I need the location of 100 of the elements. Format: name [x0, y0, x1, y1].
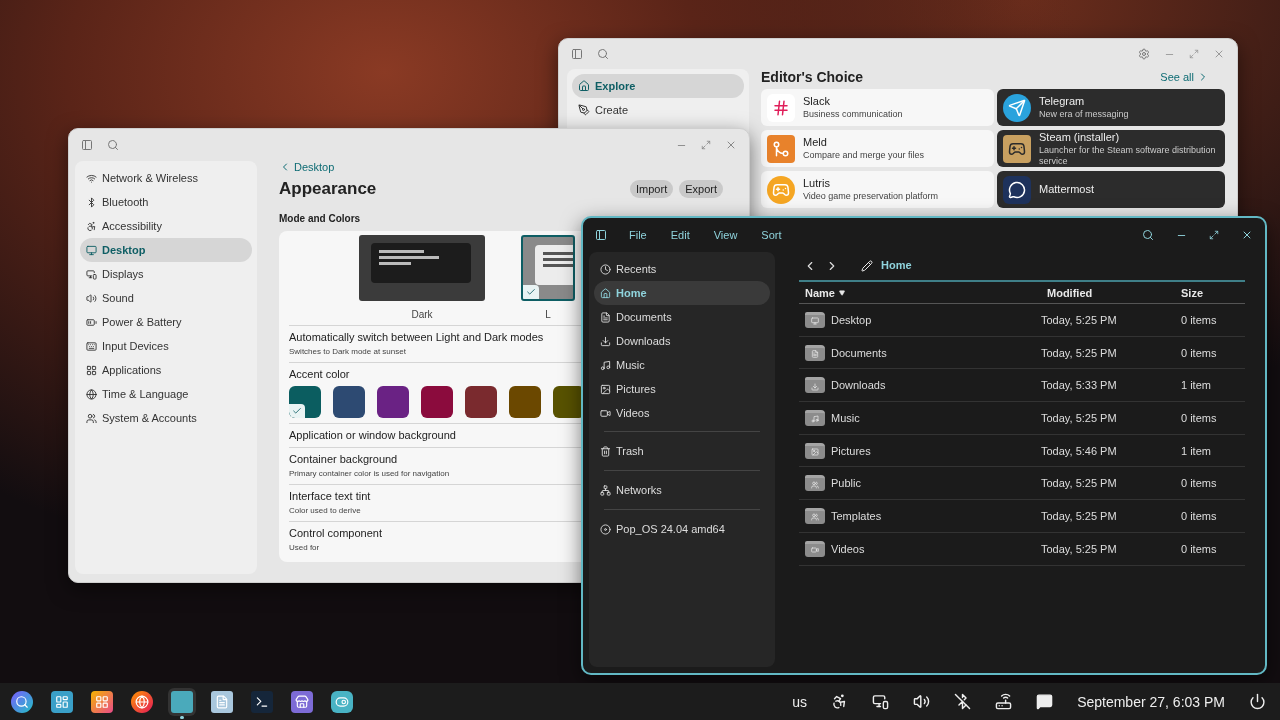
file-row[interactable]: Desktop Today, 5:25 PM 0 items — [799, 304, 1245, 337]
sidebar-item[interactable]: Time & Language — [80, 382, 252, 406]
app-card[interactable]: Mattermost — [997, 171, 1225, 208]
branch-icon — [772, 139, 790, 158]
chat-icon — [1008, 180, 1026, 199]
see-all-link[interactable]: See all — [1160, 71, 1209, 83]
search-icon — [11, 690, 33, 713]
color-swatch[interactable] — [377, 385, 409, 418]
setting-description: Switches to Dark mode at sunset — [289, 347, 406, 357]
sidebar-item[interactable]: Network & Wireless — [80, 166, 252, 190]
sidebar-toggle[interactable] — [81, 139, 93, 151]
file-name: Documents — [831, 346, 887, 359]
sidebar-item[interactable]: Music — [594, 353, 770, 377]
sidebar-item[interactable]: Documents — [594, 305, 770, 329]
sidebar-icon — [571, 48, 583, 60]
file-row[interactable]: Public Today, 5:25 PM 0 items — [799, 467, 1245, 501]
back-link[interactable]: Desktop — [279, 161, 335, 173]
sidebar-item[interactable]: Downloads — [594, 329, 770, 353]
color-swatch[interactable] — [333, 385, 365, 418]
close-button[interactable] — [1241, 229, 1253, 241]
sidebar-icon — [595, 229, 607, 241]
app-card[interactable]: Meld Compare and merge your files — [761, 130, 994, 167]
color-swatch[interactable] — [465, 385, 497, 418]
sidebar-item[interactable]: Pictures — [594, 377, 770, 401]
app-name: Slack — [803, 95, 830, 109]
sidebar-item[interactable]: Accessibility — [80, 214, 252, 238]
setting-title: Container background — [289, 453, 398, 467]
column-header[interactable]: Modified — [1041, 286, 1093, 299]
app-card[interactable]: Telegram New era of messaging — [997, 89, 1225, 126]
maximize-button[interactable] — [1209, 230, 1219, 240]
item-count: 0 items — [1181, 313, 1217, 326]
music-icon — [600, 359, 611, 371]
theme-preview[interactable] — [521, 235, 575, 301]
column-header[interactable]: Size — [1181, 286, 1203, 299]
file-row[interactable]: Pictures Today, 5:46 PM 1 item — [799, 434, 1245, 468]
sidebar-item[interactable]: Create — [572, 98, 744, 122]
sidebar-item[interactable]: Trash — [594, 438, 770, 464]
file-row[interactable]: Videos Today, 5:25 PM 0 items — [799, 532, 1245, 566]
grid-icon — [86, 364, 97, 376]
sidebar-item[interactable]: System & Accounts — [80, 406, 252, 430]
menu-item[interactable]: File — [629, 229, 647, 241]
file-row[interactable]: Templates Today, 5:25 PM 0 items — [799, 500, 1245, 533]
sidebar-toggle[interactable] — [595, 229, 607, 241]
sidebar-item[interactable]: Networks — [594, 477, 770, 503]
app-card[interactable]: Slack Business communication — [761, 89, 994, 126]
sidebar-item[interactable]: Displays — [80, 262, 252, 286]
keyboard-layout[interactable]: us — [786, 693, 814, 710]
toolbar-button[interactable]: Import — [630, 180, 674, 198]
color-swatch[interactable] — [421, 385, 453, 418]
color-swatch[interactable] — [509, 385, 541, 418]
toolbar-button[interactable]: Export — [679, 180, 723, 198]
app-card[interactable]: Steam (installer) Launcher for the Steam software distribution service — [997, 130, 1225, 167]
modified-date: Today, 5:25 PM — [1041, 542, 1117, 555]
sidebar-item[interactable]: Applications — [80, 358, 252, 382]
sidebar-item[interactable]: Sound — [80, 286, 252, 310]
app-name: Steam (installer) — [1039, 130, 1120, 144]
sidebar-item[interactable]: Home — [594, 281, 770, 305]
sidebar-item[interactable]: Recents — [594, 257, 770, 281]
app-card[interactable]: Lutris Video game preservation platform — [761, 171, 994, 208]
settings-button[interactable] — [1138, 48, 1150, 60]
pencil-icon — [861, 260, 873, 272]
sidebar-item[interactable]: Pop_OS 24.04 amd64 — [594, 516, 770, 542]
home-icon — [578, 80, 590, 92]
color-swatch[interactable] — [289, 385, 321, 418]
edit-button[interactable] — [861, 260, 873, 272]
modified-date: Today, 5:25 PM — [1041, 477, 1117, 490]
sidebar-toggle[interactable] — [571, 48, 583, 60]
sidebar-item[interactable]: Videos — [594, 401, 770, 425]
setting-title: Interface text tint — [289, 489, 371, 504]
settings-icon — [1138, 48, 1150, 60]
breadcrumb-item[interactable]: Home — [881, 259, 912, 273]
menu-item[interactable]: View — [713, 229, 738, 241]
sidebar-item[interactable]: Desktop — [80, 238, 252, 262]
paper-plane-icon — [1008, 98, 1026, 117]
setting-title: Control component — [289, 526, 382, 540]
file-row[interactable]: Music Today, 5:25 PM 0 items — [799, 402, 1245, 435]
theme-label: L — [545, 309, 551, 321]
sidebar-item[interactable]: Bluetooth — [80, 190, 252, 214]
theme-preview[interactable] — [359, 235, 485, 301]
search-icon — [107, 139, 119, 151]
app-description: Launcher for the Steam software distribution service — [1039, 144, 1217, 167]
column-header[interactable]: Name — [805, 286, 845, 299]
file-row[interactable]: Documents Today, 5:25 PM 0 items — [799, 336, 1245, 370]
app-description: New era of messaging — [1039, 109, 1129, 120]
sidebar-item[interactable]: Input Devices — [80, 334, 252, 358]
menu-item[interactable]: Edit — [670, 229, 690, 241]
modified-date: Today, 5:25 PM — [1041, 346, 1117, 359]
taskbar-app[interactable] — [168, 687, 196, 716]
sidebar-item[interactable]: Power & Battery — [80, 310, 252, 334]
menu-item[interactable]: Sort — [761, 229, 782, 241]
clock[interactable]: September 27, 6:03 PM — [1071, 693, 1231, 710]
file-row[interactable]: Downloads Today, 5:33 PM 1 item — [799, 369, 1245, 403]
search-icon — [597, 48, 609, 60]
modified-date: Today, 5:33 PM — [1041, 379, 1117, 392]
file-name: Music — [831, 411, 860, 424]
sidebar-item[interactable]: Explore — [572, 74, 744, 98]
power-icon — [1249, 693, 1266, 710]
search-button[interactable] — [1142, 229, 1154, 241]
terminal-icon — [251, 690, 273, 713]
bluetooth-off-icon — [954, 693, 972, 710]
